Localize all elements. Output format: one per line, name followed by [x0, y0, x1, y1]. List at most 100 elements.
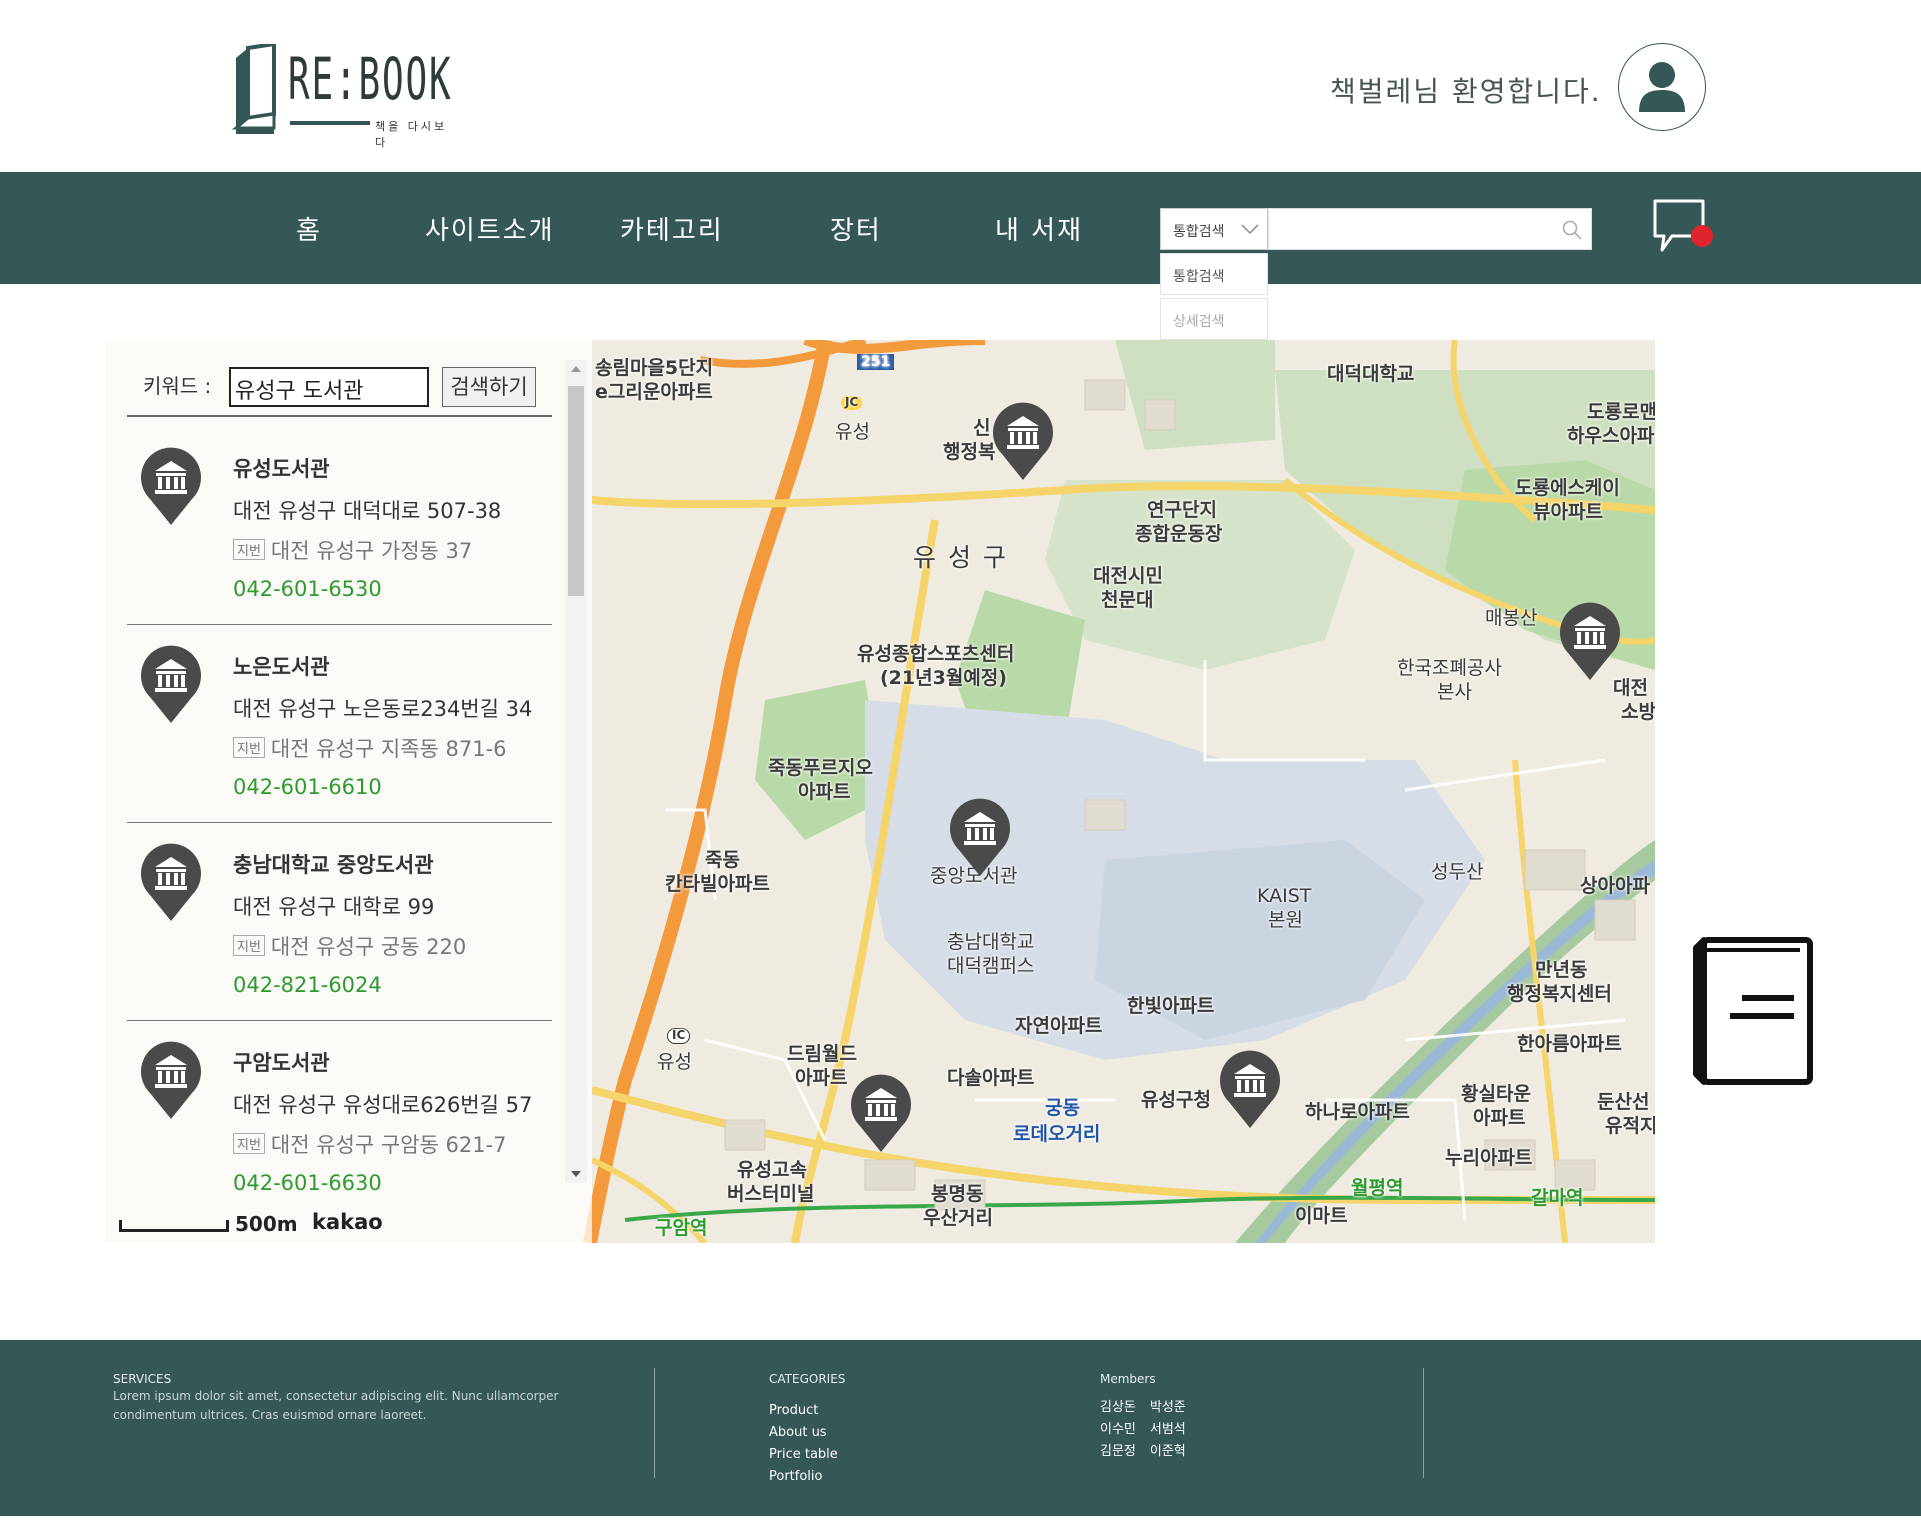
result-jibun: 지번 대전 유성구 가정동 37	[233, 535, 472, 565]
library-pin-icon[interactable]	[947, 794, 1013, 878]
map-label: 구암역	[655, 1217, 708, 1239]
library-pin-icon	[141, 447, 201, 525]
result-phone[interactable]: 042-601-6530	[233, 577, 382, 601]
footer-categories-title: CATEGORIES	[769, 1372, 846, 1386]
library-pin-icon[interactable]	[1557, 598, 1623, 682]
map-label: 버스터미널	[727, 1183, 815, 1205]
result-item[interactable]: 충남대학교 중앙도서관 대전 유성구 대학로 99 지번 대전 유성구 궁동 22…	[127, 823, 552, 1021]
result-address: 대전 유성구 유성대로626번길 57	[233, 1093, 533, 1117]
search-icon[interactable]	[1561, 219, 1583, 241]
map-label: 본원	[1268, 909, 1303, 931]
map-label: 아파트	[1473, 1107, 1526, 1129]
map-label: 유성고속	[737, 1159, 807, 1181]
jibun-tag: 지번	[233, 935, 265, 956]
result-jibun: 지번 대전 유성구 구암동 621-7	[233, 1129, 507, 1159]
map-label: 행정복	[943, 441, 996, 463]
map-label: 대덕대학교	[1327, 363, 1415, 385]
result-phone[interactable]: 042-601-6610	[233, 775, 382, 799]
map-label: 하나로아파트	[1305, 1101, 1410, 1123]
library-pin-icon[interactable]	[848, 1070, 914, 1154]
result-phone[interactable]: 042-821-6024	[233, 973, 382, 997]
library-pin-icon	[141, 1041, 201, 1119]
keyword-search-button[interactable]: 검색하기	[442, 367, 536, 407]
map-label: 유성구청	[1141, 1089, 1211, 1111]
logo[interactable]: RE:BOOK 책을 다시보다	[230, 44, 460, 149]
footer-members-title: Members	[1100, 1372, 1156, 1386]
map-label: 우산거리	[923, 1207, 993, 1229]
library-pin-icon[interactable]	[1217, 1046, 1283, 1130]
footer-link-portfolio[interactable]: Portfolio	[769, 1469, 822, 1484]
map-label: 죽동푸르지오	[768, 757, 873, 779]
map-label: 유성	[657, 1051, 692, 1073]
search-results-panel: 키워드 : 유성구 도서관 검색하기 유성도서관 대전 유성구 대덕대로 507…	[105, 340, 592, 1243]
chat-notification-icon[interactable]	[1652, 198, 1716, 260]
map-label: (21년3월예정)	[880, 667, 1007, 689]
map-label: 유적지	[1605, 1115, 1655, 1137]
map-label: 다솔아파트	[947, 1067, 1035, 1089]
footer-link-about[interactable]: About us	[769, 1425, 827, 1440]
junction-badge: JC	[841, 395, 863, 410]
footer-divider	[654, 1368, 655, 1478]
library-pin-icon[interactable]	[990, 398, 1056, 482]
map-label: 자연아파트	[1015, 1015, 1103, 1037]
dropdown-option-detailed[interactable]: 상세검색	[1160, 298, 1268, 340]
map-label: 로데오거리	[1013, 1123, 1101, 1145]
map-label: 도룡에스케이	[1515, 477, 1620, 499]
map-label: 상아아파	[1580, 875, 1650, 897]
map-label: 충남대학교	[947, 931, 1035, 953]
result-jibun-address: 대전 유성구 가정동 37	[270, 539, 473, 563]
map-label: 도룡로맨	[1587, 401, 1655, 423]
result-jibun-address: 대전 유성구 궁동 220	[270, 935, 467, 959]
nav-item-home[interactable]: 홈	[296, 210, 322, 247]
result-address: 대전 유성구 대학로 99	[233, 895, 435, 919]
result-phone[interactable]: 042-601-6630	[233, 1171, 382, 1195]
footer-link-product[interactable]: Product	[769, 1403, 818, 1418]
highway-shield: 251	[857, 354, 895, 371]
map-label: 아파트	[798, 781, 851, 803]
result-jibun: 지번 대전 유성구 지족동 871-6	[233, 733, 507, 763]
dropdown-option-integrated[interactable]: 통합검색	[1160, 253, 1268, 295]
search-type-select[interactable]: 통합검색	[1160, 208, 1268, 250]
map-label: 누리아파트	[1445, 1147, 1533, 1169]
map-label: 드림월드	[787, 1043, 857, 1065]
nav-item-market[interactable]: 장터	[830, 210, 882, 247]
map-label: 연구단지	[1147, 499, 1217, 521]
page: RE:BOOK 책을 다시보다 책벌레님 환영합니다. 홈 사이트소개 카테고리…	[0, 0, 1921, 1532]
map-label: 행정복지센터	[1507, 983, 1612, 1005]
footer: SERVICES Lorem ipsum dolor sit amet, con…	[0, 1340, 1921, 1516]
footer-services-text: Lorem ipsum dolor sit amet, consectetur …	[113, 1389, 559, 1422]
result-item[interactable]: 유성도서관 대전 유성구 대덕대로 507-38 지번 대전 유성구 가정동 37…	[127, 427, 552, 625]
nav-item-about[interactable]: 사이트소개	[425, 210, 555, 247]
map-label: 대덕캠퍼스	[947, 955, 1035, 977]
result-item[interactable]: 구암도서관 대전 유성구 유성대로626번길 57 지번 대전 유성구 구암동 6…	[127, 1021, 552, 1201]
logo-text: RE:BOOK	[288, 45, 453, 113]
search-input[interactable]	[1268, 208, 1592, 250]
map-scale-label: 500m	[235, 1212, 298, 1236]
map-view[interactable]: 송림마을5단지 e그리운아파트 대덕대학교 도룡로맨 하우스아파 도룡에스케이 …	[105, 340, 1655, 1243]
nav-item-category[interactable]: 카테고리	[620, 210, 724, 247]
member-name: 김상돈	[1100, 1400, 1136, 1415]
map-label: 월평역	[1351, 1177, 1404, 1199]
book-shortcut-icon[interactable]	[1690, 934, 1816, 1088]
result-jibun-address: 대전 유성구 지족동 871-6	[270, 737, 507, 761]
map-label: 대전시민	[1093, 565, 1163, 587]
chevron-down-icon	[1241, 224, 1259, 235]
footer-link-price[interactable]: Price table	[769, 1447, 838, 1462]
map-label: 한국조폐공사	[1397, 657, 1502, 679]
result-item[interactable]: 노은도서관 대전 유성구 노은동로234번길 34 지번 대전 유성구 지족동 8…	[127, 625, 552, 823]
footer-services-title: SERVICES	[113, 1372, 172, 1386]
result-address: 대전 유성구 노은동로234번길 34	[233, 697, 533, 721]
book-logo-icon	[231, 44, 276, 134]
map-label: 천문대	[1101, 589, 1154, 611]
scroll-down-icon[interactable]	[570, 1169, 582, 1179]
results-scrollbar[interactable]	[565, 360, 587, 1183]
keyword-input[interactable]: 유성구 도서관	[229, 367, 429, 407]
map-attribution[interactable]: kakao	[312, 1210, 383, 1234]
scroll-up-icon[interactable]	[570, 364, 582, 374]
user-avatar-button[interactable]	[1618, 43, 1706, 131]
nav-item-my-library[interactable]: 내 서재	[995, 210, 1083, 247]
member-name: 박성준	[1149, 1400, 1186, 1415]
search-type-value: 통합검색	[1173, 224, 1225, 240]
result-jibun-address: 대전 유성구 구암동 621-7	[270, 1133, 507, 1157]
scrollbar-thumb[interactable]	[568, 386, 584, 596]
